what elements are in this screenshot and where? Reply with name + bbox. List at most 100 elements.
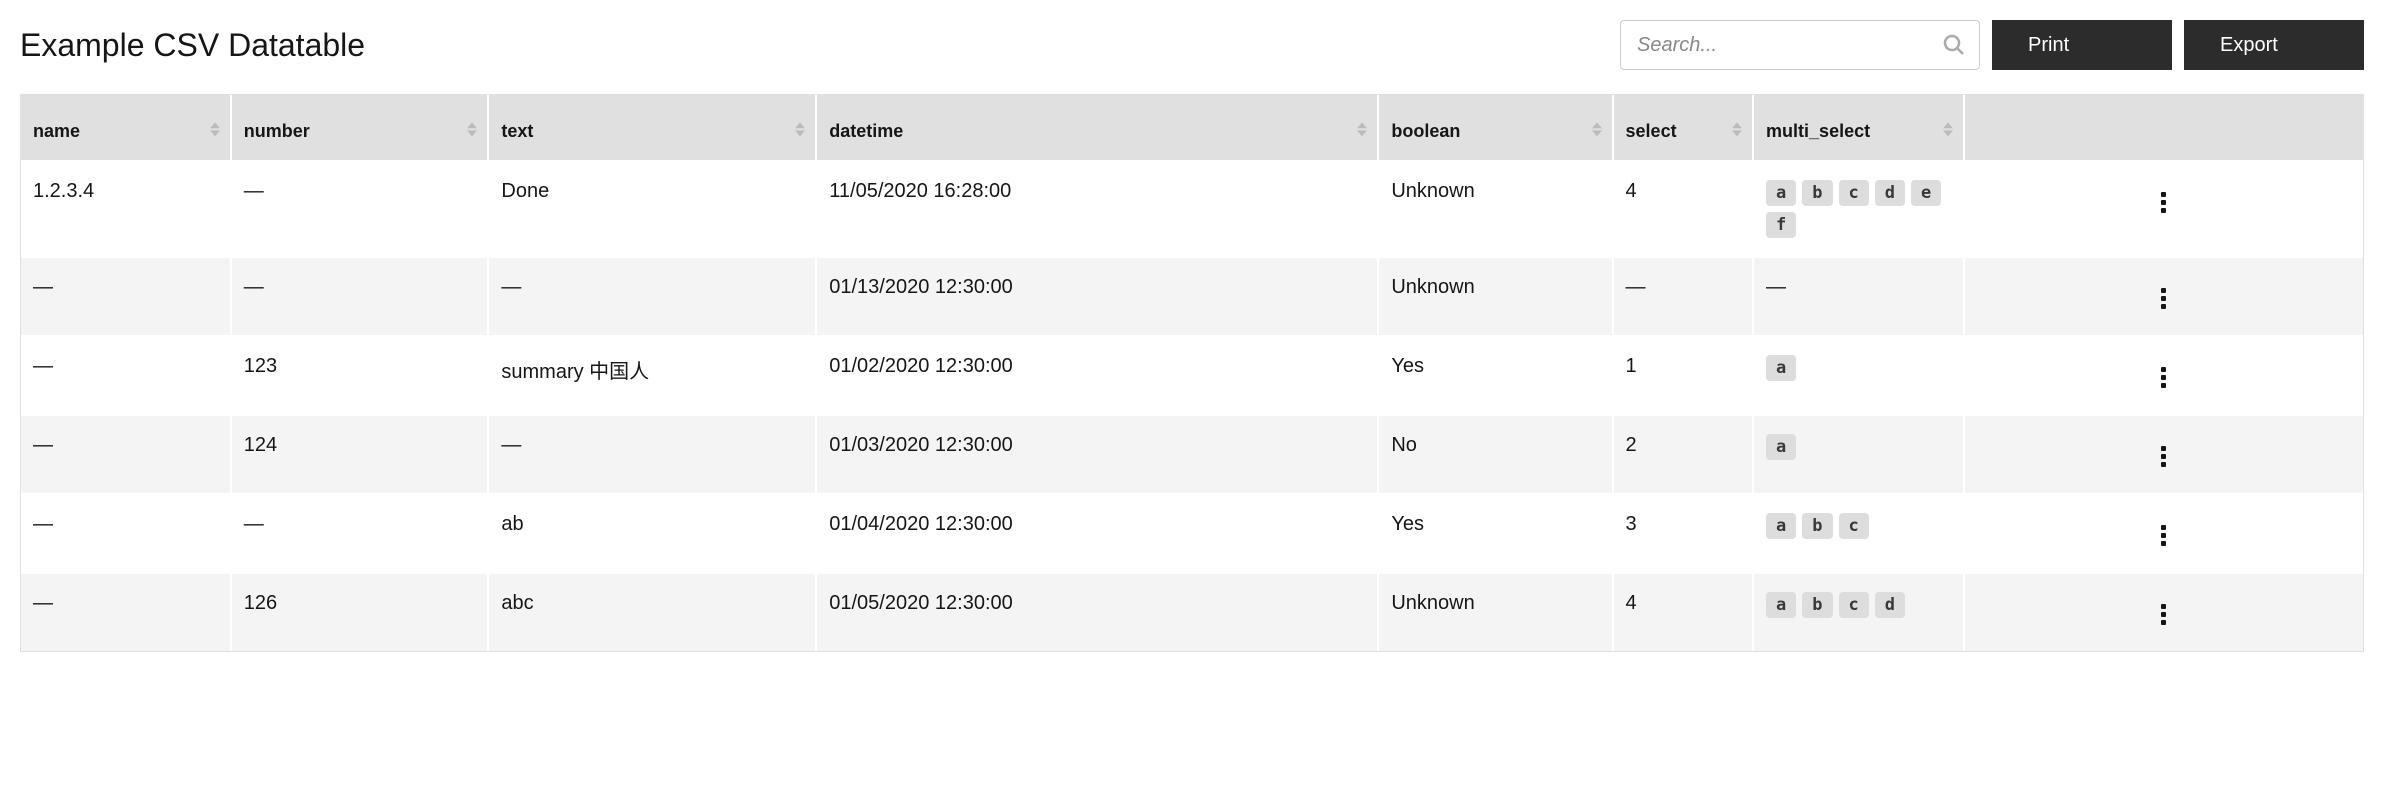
tag-list: abcdef — [1766, 180, 1951, 238]
cell-datetime: 01/13/2020 12:30:00 — [817, 256, 1379, 335]
column-header-text[interactable]: text — [489, 95, 817, 160]
cell-name: 1.2.3.4 — [21, 160, 232, 256]
cell-number: — — [232, 256, 490, 335]
cell-number: — — [232, 493, 490, 572]
cell-value: 4 — [1626, 180, 1637, 202]
export-button[interactable]: Export — [2184, 20, 2364, 70]
row-actions-menu[interactable] — [2153, 596, 2174, 633]
cell-multi-select: — — [1754, 256, 1965, 335]
cell-value: abc — [501, 592, 533, 614]
cell-multi-select: a — [1754, 335, 1965, 414]
page-title: Example CSV Datatable — [20, 27, 365, 64]
cell-select: 1 — [1614, 335, 1755, 414]
print-button[interactable]: Print — [1992, 20, 2172, 70]
cell-value: 01/04/2020 12:30:00 — [829, 513, 1013, 535]
empty-value: — — [244, 513, 264, 535]
cell-boolean: Unknown — [1379, 572, 1613, 651]
empty-value: — — [501, 434, 521, 456]
cell-value: 11/05/2020 16:28:00 — [829, 180, 1011, 202]
cell-value: 01/02/2020 12:30:00 — [829, 355, 1013, 377]
cell-value: No — [1391, 434, 1417, 456]
cell-value: Unknown — [1391, 276, 1474, 298]
tag: f — [1766, 212, 1796, 238]
cell-boolean: No — [1379, 414, 1613, 493]
tag: d — [1875, 592, 1905, 618]
cell-value: Unknown — [1391, 180, 1474, 202]
cell-actions — [1965, 414, 2363, 493]
column-header-select[interactable]: select — [1614, 95, 1755, 160]
cell-value: summary 中国人 — [501, 361, 649, 383]
empty-value: — — [244, 180, 264, 202]
sort-icon — [467, 122, 477, 136]
cell-boolean: Yes — [1379, 493, 1613, 572]
cell-multi-select: a — [1754, 414, 1965, 493]
cell-value: 124 — [244, 434, 277, 456]
row-actions-menu[interactable] — [2153, 438, 2174, 475]
cell-value: 2 — [1626, 434, 1637, 456]
cell-select: — — [1614, 256, 1755, 335]
cell-value: ab — [501, 513, 523, 535]
row-actions-menu[interactable] — [2153, 280, 2174, 317]
cell-boolean: Unknown — [1379, 256, 1613, 335]
cell-name: — — [21, 493, 232, 572]
sort-icon — [795, 122, 805, 136]
column-label: number — [244, 121, 310, 141]
cell-value: 01/13/2020 12:30:00 — [829, 276, 1013, 298]
tag: a — [1766, 592, 1796, 618]
cell-text: — — [489, 414, 817, 493]
tag: b — [1802, 592, 1832, 618]
sort-icon — [1732, 122, 1742, 136]
empty-value: — — [33, 355, 53, 377]
search-input[interactable] — [1620, 20, 1980, 70]
column-header-multi_select[interactable]: multi_select — [1754, 95, 1965, 160]
table-row: 1.2.3.4 — Done 11/05/2020 16:28:00 Unknown 4 a… — [21, 160, 2363, 256]
cell-text: Done — [489, 160, 817, 256]
column-label: select — [1626, 121, 1677, 141]
column-header-name[interactable]: name — [21, 95, 232, 160]
row-actions-menu[interactable] — [2153, 184, 2174, 221]
table-row: ——ab01/04/2020 12:30:00Yes3abc — [21, 493, 2363, 572]
empty-value: — — [33, 276, 53, 298]
cell-datetime: 01/03/2020 12:30:00 — [817, 414, 1379, 493]
row-actions-menu[interactable] — [2153, 359, 2174, 396]
sort-icon — [1357, 122, 1367, 136]
cell-value: 4 — [1626, 592, 1637, 614]
cell-actions — [1965, 493, 2363, 572]
row-actions-menu[interactable] — [2153, 517, 2174, 554]
cell-actions — [1965, 335, 2363, 414]
cell-multi-select: abcdef — [1754, 160, 1965, 256]
sort-icon — [1943, 122, 1953, 136]
empty-value: — — [1626, 276, 1646, 298]
table-row: — 124 — 01/03/2020 12:30:00 No 2 a — [21, 414, 2363, 493]
cell-actions — [1965, 160, 2363, 256]
table-row: — 123 summary 中国人 01/02/2020 12:30:00 Yes1a — [21, 335, 2363, 414]
cell-value: 123 — [244, 355, 277, 377]
cell-boolean: Yes — [1379, 335, 1613, 414]
cell-multi-select: abcd — [1754, 572, 1965, 651]
cell-value: Done — [501, 180, 549, 202]
cell-name: — — [21, 414, 232, 493]
cell-text: ab — [489, 493, 817, 572]
data-table: name number text datetime boolean select… — [21, 95, 2363, 651]
tag: a — [1766, 513, 1796, 539]
cell-value: 01/05/2020 12:30:00 — [829, 592, 1013, 614]
column-header-boolean[interactable]: boolean — [1379, 95, 1613, 160]
column-header-number[interactable]: number — [232, 95, 490, 160]
column-label: name — [33, 121, 80, 141]
table-header-row: name number text datetime boolean select… — [21, 95, 2363, 160]
tag: a — [1766, 355, 1796, 381]
cell-actions — [1965, 572, 2363, 651]
cell-value: 1.2.3.4 — [33, 180, 94, 202]
tag: c — [1839, 513, 1869, 539]
empty-value: — — [501, 276, 521, 298]
cell-boolean: Unknown — [1379, 160, 1613, 256]
empty-value: — — [33, 434, 53, 456]
cell-actions — [1965, 256, 2363, 335]
column-header-datetime[interactable]: datetime — [817, 95, 1379, 160]
empty-value: — — [1766, 276, 1786, 298]
search-wrapper — [1620, 20, 1980, 70]
cell-name: — — [21, 335, 232, 414]
empty-value: — — [33, 513, 53, 535]
cell-number: — — [232, 160, 490, 256]
cell-value: 126 — [244, 592, 277, 614]
